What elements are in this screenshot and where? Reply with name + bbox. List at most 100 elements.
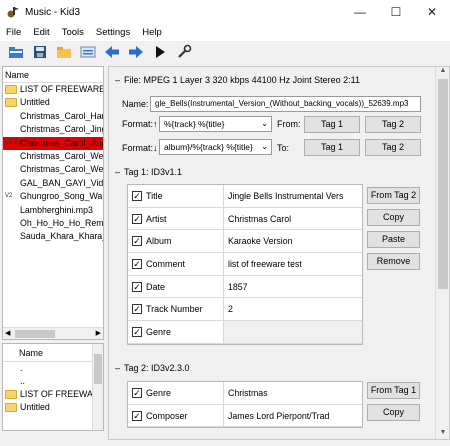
frame-name-cell[interactable]: ✓ Track Number <box>128 298 224 321</box>
folder-item[interactable]: Untitled <box>3 401 103 414</box>
frame-checkbox[interactable]: ✓ <box>132 304 142 315</box>
save-button[interactable] <box>30 43 50 61</box>
file-item[interactable]: Christmas_Carol_Jing <box>3 123 103 136</box>
menu-settings[interactable]: Settings <box>90 27 136 38</box>
frame-checkbox[interactable]: ✓ <box>132 387 142 398</box>
file-item-label: Christmas_Carol_Jing <box>20 137 103 148</box>
frame-row[interactable]: ✓ Genre <box>128 321 362 344</box>
play-button[interactable] <box>150 43 170 61</box>
maximize-button[interactable]: ☐ <box>378 0 414 24</box>
format-from-filename-combo[interactable]: %{track} %{title} ⌄ <box>159 116 272 132</box>
file-item[interactable]: V1 V2 Christmas_Carol_Jing <box>3 136 103 150</box>
directory-item[interactable]: .. <box>3 375 103 388</box>
frame-name-cell[interactable]: ✓ Artist <box>128 207 224 230</box>
frame-row[interactable]: ✓ Comment list of freeware test <box>128 253 362 276</box>
to-tag1-button[interactable]: Tag 1 <box>304 139 360 156</box>
frame-row[interactable]: ✓ Date 1857 <box>128 275 362 299</box>
menu-file[interactable]: File <box>0 27 27 38</box>
frame-value-cell[interactable]: list of freeware test <box>224 253 362 275</box>
filename-field[interactable]: gle_Bells(Instrumental_Version_(Without_… <box>150 96 421 112</box>
frame-name-cell[interactable]: ✓ Date <box>128 275 224 298</box>
file-item[interactable]: Christmas_Carol_Har <box>3 110 103 123</box>
arrow-left-icon <box>105 46 119 58</box>
frame-checkbox[interactable]: ✓ <box>132 410 142 421</box>
tag1-remove-button[interactable]: Remove <box>367 253 420 270</box>
frame-row[interactable]: ✓ Track Number 2 <box>128 298 362 322</box>
menu-edit[interactable]: Edit <box>27 27 55 38</box>
folder-item[interactable]: Untitled <box>3 96 103 109</box>
configure-button[interactable] <box>174 43 194 61</box>
frame-value-cell[interactable]: Christmas Carol <box>224 208 362 230</box>
file-item-label: Sauda_Khara_Khara_C <box>20 231 103 242</box>
from-tag2-copy-button[interactable]: From Tag 2 <box>367 187 420 204</box>
frame-row[interactable]: ✓ Genre Christmas <box>128 382 362 405</box>
frame-checkbox[interactable]: ✓ <box>132 236 142 247</box>
directory-list-header[interactable]: Name <box>3 344 103 362</box>
scroll-down-icon[interactable]: ▼ <box>438 429 448 439</box>
chevron-down-icon: ⌄ <box>261 142 268 151</box>
open-folder-button[interactable] <box>6 43 26 61</box>
title-bar: Music - Kid3 — ☐ ✕ <box>0 0 450 24</box>
file-item[interactable]: V2 Ghungroo_Song_War <box>3 190 103 203</box>
frame-value-cell[interactable]: Karaoke Version <box>224 230 362 252</box>
frame-row[interactable]: ✓ Composer James Lord Pierpont/Trad <box>128 404 362 428</box>
frame-name-label: Composer <box>146 410 188 421</box>
frame-checkbox[interactable]: ✓ <box>132 326 142 337</box>
frame-row[interactable]: ✓ Album Karaoke Version <box>128 230 362 254</box>
frame-name-cell[interactable]: ✓ Title <box>128 185 224 207</box>
folder-item[interactable]: LIST OF FREEWARE <box>3 83 103 96</box>
directory-list-pane[interactable]: Name ... LIST OF FREEWAR Untitled <box>2 343 104 431</box>
tag-editor-vscrollbar[interactable]: ▲ ▼ <box>435 67 449 439</box>
frame-value-cell[interactable]: James Lord Pierpont/Trad <box>224 405 362 427</box>
file-item[interactable]: Oh_Ho_Ho_Ho_Remi <box>3 217 103 230</box>
tag1-copy-button[interactable]: Copy <box>367 209 420 226</box>
from-tag1-button[interactable]: Tag 1 <box>304 116 360 133</box>
frame-value-cell[interactable] <box>224 321 362 343</box>
previous-file-button[interactable] <box>102 43 122 61</box>
file-section-title[interactable]: – File: MPEG 1 Layer 3 320 kbps 44100 Hz … <box>115 75 360 85</box>
revert-button[interactable] <box>54 43 74 61</box>
from-tag2-button[interactable]: Tag 2 <box>365 116 421 133</box>
file-list-hscrollbar[interactable]: ◀ ▶ <box>3 327 103 339</box>
frame-checkbox[interactable]: ✓ <box>132 190 142 201</box>
frame-value-cell[interactable]: 2 <box>224 298 362 320</box>
frame-value-cell[interactable]: Jingle Bells Instrumental Vers <box>224 185 362 207</box>
frame-checkbox[interactable]: ✓ <box>132 258 142 269</box>
from-tag1-copy-button[interactable]: From Tag 1 <box>367 382 420 399</box>
scroll-up-icon[interactable]: ▲ <box>438 67 448 77</box>
folder-icon <box>5 85 17 94</box>
file-item[interactable]: Lambherghini.mp3 <box>3 204 103 217</box>
frame-name-cell[interactable]: ✓ Genre <box>128 321 224 343</box>
to-tag2-button[interactable]: Tag 2 <box>365 139 421 156</box>
file-item[interactable]: Christmas_Carol_We_ <box>3 150 103 163</box>
frame-name-cell[interactable]: ✓ Genre <box>128 382 224 404</box>
settings-list-button[interactable] <box>78 43 98 61</box>
frame-checkbox[interactable]: ✓ <box>132 281 142 292</box>
frame-value-cell[interactable]: Christmas <box>224 382 362 404</box>
frame-name-cell[interactable]: ✓ Album <box>128 230 224 253</box>
directory-item[interactable]: . <box>3 362 103 375</box>
close-button[interactable]: ✕ <box>414 0 450 24</box>
tag2-section-title[interactable]: – Tag 2: ID3v2.3.0 <box>115 363 190 373</box>
menu-help[interactable]: Help <box>136 27 168 38</box>
tag2-copy-button[interactable]: Copy <box>367 404 420 421</box>
file-item[interactable]: GAL_BAN_GAYI_Vide <box>3 177 103 190</box>
frame-row[interactable]: ✓ Artist Christmas Carol <box>128 207 362 231</box>
frame-value-cell[interactable]: 1857 <box>224 276 362 298</box>
menu-tools[interactable]: Tools <box>56 27 90 38</box>
file-list-header[interactable]: Name <box>3 67 103 83</box>
next-file-button[interactable] <box>126 43 146 61</box>
folder-item[interactable]: LIST OF FREEWAR <box>3 388 103 401</box>
tag1-paste-button[interactable]: Paste <box>367 231 420 248</box>
minimize-button[interactable]: — <box>342 0 378 24</box>
frame-row[interactable]: ✓ Title Jingle Bells Instrumental Vers <box>128 185 362 208</box>
file-list-pane[interactable]: Name LIST OF FREEWARE Untitled Christmas_C… <box>2 66 104 340</box>
frame-name-cell[interactable]: ✓ Composer <box>128 404 224 427</box>
format-to-filename-combo[interactable]: album}/%{track} %{title} ⌄ <box>159 139 272 155</box>
file-item[interactable]: Christmas_Carol_We_ <box>3 163 103 176</box>
frame-checkbox[interactable]: ✓ <box>132 213 142 224</box>
directory-list-vscrollbar[interactable] <box>92 344 103 430</box>
tag1-section-title[interactable]: – Tag 1: ID3v1.1 <box>115 167 182 177</box>
file-item[interactable]: Sauda_Khara_Khara_C <box>3 230 103 243</box>
frame-name-cell[interactable]: ✓ Comment <box>128 253 224 275</box>
